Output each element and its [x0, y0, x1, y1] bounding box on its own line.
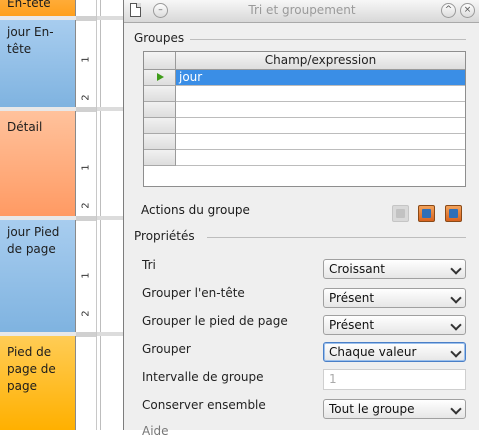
group-footer-value: Présent — [329, 318, 375, 332]
section-label: jour Pied de page — [7, 225, 60, 256]
groups-heading: Groupes — [134, 31, 184, 45]
chevron-down-icon — [450, 403, 462, 415]
column-header-field-expression[interactable]: Champ/expression — [176, 52, 465, 70]
section-label: jour En-tête — [7, 25, 54, 56]
margin-guide — [100, 0, 101, 430]
row-handle[interactable] — [144, 134, 176, 150]
ruler-number: 2 — [80, 94, 92, 101]
table-row[interactable]: jour — [176, 70, 465, 86]
group-on-value: Chaque valeur — [329, 345, 417, 359]
help-label-cut: Aide — [142, 424, 169, 438]
section-label: Pied de page de page — [7, 345, 56, 393]
table-row[interactable] — [176, 102, 465, 118]
ruler-number: 1 — [80, 56, 92, 63]
chevron-down-icon — [450, 346, 462, 358]
ruler-separator — [76, 16, 96, 21]
ruler-separator — [76, 216, 96, 221]
chevron-down-icon — [450, 319, 462, 331]
ruler-number: 1 — [80, 164, 92, 171]
delete-icon — [449, 209, 458, 218]
close-button[interactable]: × — [460, 3, 475, 18]
table-row[interactable] — [176, 134, 465, 150]
sort-label: Tri — [142, 258, 156, 272]
properties-heading-text: Propriétés — [134, 229, 195, 243]
move-down-button[interactable] — [418, 205, 435, 222]
groups-table[interactable]: Champ/expression jour — [143, 51, 466, 187]
sort-select[interactable]: Croissant — [323, 259, 466, 279]
move-up-button[interactable] — [392, 205, 409, 222]
section-page-header[interactable]: En-tête — [0, 0, 76, 16]
group-header-select[interactable]: Présent — [323, 288, 466, 308]
title-bar[interactable]: – Tri et groupement ^ × — [124, 0, 479, 23]
ruler-number: 2 — [80, 202, 92, 209]
dialog-title: Tri et groupement — [248, 3, 356, 17]
group-header-label: Grouper l'en-tête — [142, 286, 245, 300]
section-label: Détail — [7, 120, 43, 134]
ruler-separator — [76, 332, 96, 337]
row-handle[interactable] — [144, 86, 176, 102]
ruler-number: 2 — [80, 310, 92, 317]
delete-group-button[interactable] — [445, 205, 462, 222]
chevron-down-icon — [450, 292, 462, 304]
groups-separator — [190, 39, 466, 40]
sort-value: Croissant — [329, 262, 385, 276]
group-interval-label: Intervalle de groupe — [142, 370, 264, 384]
ruler-number: 1 — [80, 272, 92, 279]
group-footer-select[interactable]: Présent — [323, 315, 466, 335]
move-up-icon — [396, 209, 405, 218]
group-actions-text: Actions du groupe — [141, 203, 250, 217]
group-actions-label: Actions du groupe — [141, 203, 250, 217]
table-row[interactable] — [176, 86, 465, 102]
section-group-header[interactable]: jour En-tête — [0, 20, 76, 107]
minimize-button[interactable]: ^ — [441, 3, 456, 18]
group-on-select[interactable]: Chaque valeur — [323, 342, 466, 362]
properties-separator — [207, 237, 466, 238]
current-row-arrow-icon — [157, 73, 164, 81]
row-handle[interactable] — [144, 70, 176, 86]
row-handle[interactable] — [144, 150, 176, 166]
chevron-down-icon — [450, 263, 462, 275]
section-detail[interactable]: Détail — [0, 111, 76, 216]
group-on-label: Grouper — [142, 342, 191, 356]
properties-heading: Propriétés — [134, 229, 195, 243]
section-page-footer[interactable]: Pied de page de page — [0, 336, 76, 430]
vertical-ruler: 1 2 1 2 1 2 — [76, 0, 97, 430]
table-corner — [144, 52, 176, 70]
section-group-footer[interactable]: jour Pied de page — [0, 220, 76, 332]
ruler-separator — [76, 107, 96, 112]
keep-together-label: Conserver ensemble — [142, 398, 266, 412]
keep-together-value: Tout le groupe — [329, 402, 415, 416]
group-header-value: Présent — [329, 291, 375, 305]
groups-heading-text: Groupes — [134, 31, 185, 45]
section-label: En-tête — [7, 0, 51, 10]
row-handle[interactable] — [144, 102, 176, 118]
row-handle[interactable] — [144, 118, 176, 134]
keep-together-select[interactable]: Tout le groupe — [323, 399, 466, 419]
table-row[interactable] — [176, 150, 465, 166]
group-interval-field[interactable]: 1 — [323, 369, 466, 390]
table-row[interactable] — [176, 118, 465, 134]
group-footer-label: Grouper le pied de page — [142, 314, 288, 328]
move-down-icon — [422, 209, 431, 218]
